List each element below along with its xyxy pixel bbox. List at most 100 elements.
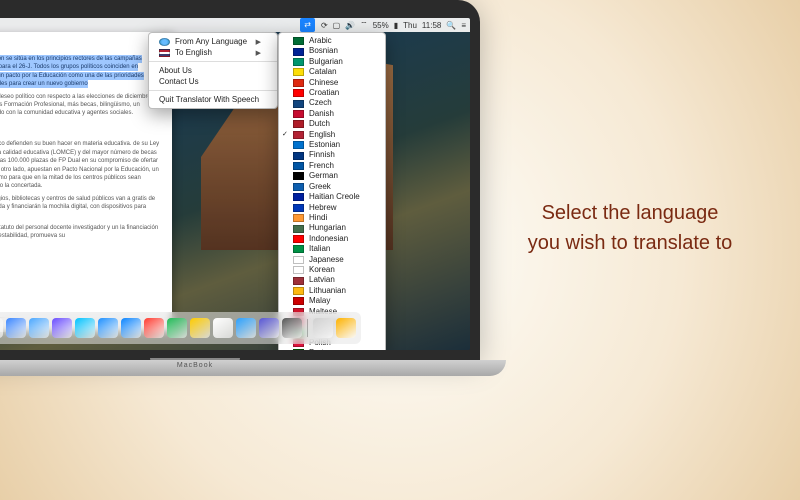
language-option[interactable]: Italian [279, 244, 385, 254]
dock-app[interactable] [29, 318, 49, 338]
language-label: Hebrew [309, 203, 337, 213]
language-label: Dutch [309, 119, 330, 129]
language-option[interactable]: Croatian [279, 88, 385, 98]
marketing-caption: Select the language you wish to translat… [495, 198, 765, 258]
language-option[interactable]: Lithuanian [279, 286, 385, 296]
flag-icon [293, 37, 304, 45]
language-option[interactable]: Bosnian [279, 46, 385, 56]
caption-line-1: Select the language [542, 202, 719, 224]
language-label: Indonesian [309, 234, 348, 244]
dock-app[interactable] [75, 318, 95, 338]
flag-icon [293, 183, 304, 191]
menubar-airplay-icon[interactable]: ▢ [333, 21, 341, 30]
language-option[interactable]: Czech [279, 98, 385, 108]
dock-app[interactable] [282, 318, 302, 338]
language-option[interactable]: Chinese [279, 78, 385, 88]
language-option[interactable]: French [279, 161, 385, 171]
language-option[interactable]: Dutch [279, 119, 385, 129]
menubar-app-icon[interactable]: ⇄ [300, 18, 315, 32]
menu-from-language[interactable]: From Any Language ▶ [149, 36, 277, 47]
language-option[interactable]: Indonesian [279, 234, 385, 244]
flag-icon [293, 349, 304, 350]
menu-contact[interactable]: Contact Us [149, 76, 277, 87]
flag-icon [293, 100, 304, 108]
language-label: Catalan [309, 67, 337, 77]
menubar-spotlight-icon[interactable]: 🔍 [446, 21, 456, 30]
language-label: Latvian [309, 275, 335, 285]
dock-app[interactable] [98, 318, 118, 338]
flag-icon [159, 49, 170, 57]
menubar-day: Thu [403, 21, 417, 30]
language-option[interactable]: Hungarian [279, 223, 385, 233]
menubar-wifi-icon[interactable]: ⌔ [360, 20, 368, 30]
language-label: French [309, 161, 334, 171]
language-label: Hindi [309, 213, 327, 223]
language-option[interactable]: German [279, 171, 385, 181]
flag-icon [293, 120, 304, 128]
menubar-sync-icon[interactable]: ⟳ [321, 21, 328, 30]
language-label: Greek [309, 182, 331, 192]
language-label: Croatian [309, 88, 339, 98]
language-label: Hungarian [309, 223, 346, 233]
flag-icon [293, 193, 304, 201]
language-option[interactable]: ✓English [279, 130, 385, 140]
language-option[interactable]: Catalan [279, 67, 385, 77]
language-option[interactable]: Haitian Creole [279, 192, 385, 202]
dock-app[interactable] [213, 318, 233, 338]
dock-app[interactable] [336, 318, 356, 338]
menu-about[interactable]: About Us [149, 65, 277, 76]
dock-app[interactable] [144, 318, 164, 338]
language-option[interactable]: Latvian [279, 275, 385, 285]
language-option[interactable]: Bulgarian [279, 57, 385, 67]
dock-app[interactable] [190, 318, 210, 338]
language-option[interactable]: Hindi [279, 213, 385, 223]
flag-icon [293, 110, 304, 118]
laptop-screen: Help ⇄ ⟳ ▢ 🔊 ⌔ 55% ▮ Thu 11:58 🔍 ≡ [0, 18, 470, 350]
language-option[interactable]: Estonian [279, 140, 385, 150]
flag-icon [293, 48, 304, 56]
dock-app[interactable] [52, 318, 72, 338]
dock-app[interactable] [236, 318, 256, 338]
doc-highlighted-text[interactable]: La Educación se sitúa en los principios … [0, 55, 144, 88]
doc-paragraph: en su documento programático defienden s… [0, 140, 160, 190]
language-label: Japanese [309, 255, 344, 265]
language-option[interactable]: Korean [279, 265, 385, 275]
flag-icon [293, 287, 304, 295]
language-submenu: ArabicBosnianBulgarianCatalanChineseCroa… [278, 32, 386, 350]
menu-separator [149, 61, 277, 62]
language-option[interactable]: Danish [279, 109, 385, 119]
flag-icon [293, 131, 304, 139]
dock-app[interactable] [121, 318, 141, 338]
flag-icon [293, 204, 304, 212]
language-option[interactable]: Portuguese [279, 348, 385, 350]
language-label: Bosnian [309, 46, 338, 56]
menubar-volume-icon[interactable]: 🔊 [345, 21, 355, 30]
menubar-notification-icon[interactable]: ≡ [461, 21, 466, 30]
dock-app[interactable] [0, 318, 3, 338]
menu-quit[interactable]: Quit Translator With Speech [149, 94, 277, 105]
language-option[interactable]: Malay [279, 296, 385, 306]
language-option[interactable]: Finnish [279, 150, 385, 160]
dock-app[interactable] [259, 318, 279, 338]
flag-icon [293, 162, 304, 170]
dock-app[interactable] [167, 318, 187, 338]
language-label: Korean [309, 265, 335, 275]
language-option[interactable]: Greek [279, 182, 385, 192]
language-option[interactable]: Arabic [279, 36, 385, 46]
menu-to-language[interactable]: To English ▶ [149, 47, 277, 58]
dock-app[interactable] [313, 318, 333, 338]
dock-app[interactable] [6, 318, 26, 338]
flag-icon [293, 58, 304, 66]
flag-icon [293, 245, 304, 253]
globe-icon [159, 38, 170, 46]
language-label: Danish [309, 109, 334, 119]
language-label: Lithuanian [309, 286, 346, 296]
flag-icon [293, 256, 304, 264]
language-option[interactable]: Japanese [279, 255, 385, 265]
caption-line-2: you wish to translate to [528, 232, 733, 254]
chevron-right-icon: ▶ [256, 49, 261, 57]
menubar-battery-icon[interactable]: ▮ [394, 21, 398, 30]
language-label: Bulgarian [309, 57, 343, 67]
language-option[interactable]: Hebrew [279, 203, 385, 213]
macos-dock [0, 312, 361, 344]
